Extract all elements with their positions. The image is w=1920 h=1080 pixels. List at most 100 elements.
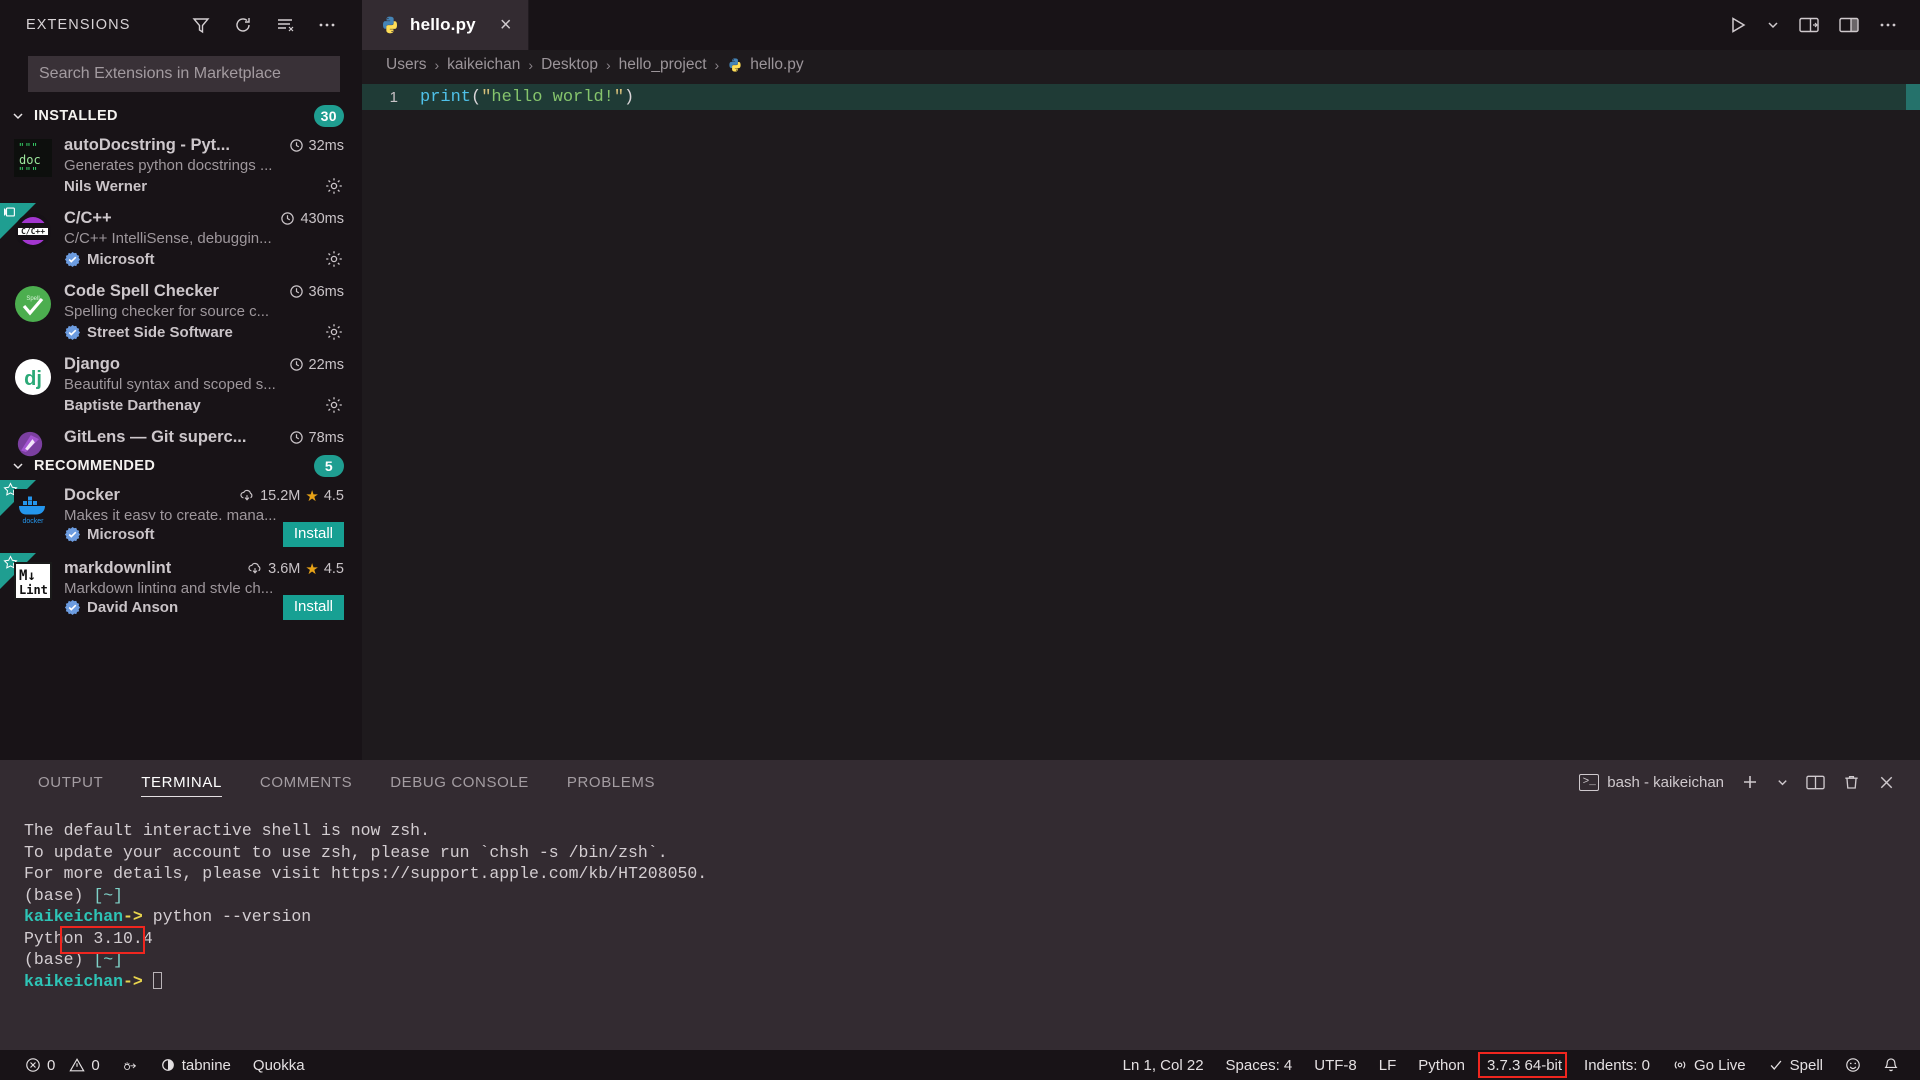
terminal-output-prefix: Python [24, 928, 94, 948]
breadcrumb-file-label: hello.py [750, 56, 804, 73]
status-error-count[interactable]: 0 0 [14, 1050, 111, 1080]
gear-icon[interactable] [324, 249, 344, 269]
breadcrumb-separator: › [605, 57, 611, 73]
quokka-label: Quokka [252, 1056, 305, 1074]
list-item[interactable]: M↓ Lint markdownlint 3.6M ★ 4.5 Markdown… [0, 553, 362, 626]
tab-debug-console[interactable]: DEBUG CONSOLE [374, 760, 545, 804]
tab-problems[interactable]: PROBLEMS [551, 760, 671, 804]
install-button[interactable]: Install [282, 595, 344, 620]
svg-text:C/C++: C/C++ [21, 227, 45, 236]
status-language-mode[interactable]: Python [1407, 1050, 1476, 1080]
terminal-output-version: 3.10.4 [93, 928, 153, 948]
search-input[interactable] [28, 56, 340, 92]
activation-time-value: 430ms [300, 210, 344, 227]
tab-terminal[interactable]: TERMINAL [125, 760, 238, 804]
status-spell-checker[interactable]: Spell [1757, 1050, 1834, 1080]
section-label: RECOMMENDED [34, 458, 156, 474]
status-python-interpreter[interactable]: 3.7.3 64-bit [1476, 1050, 1573, 1080]
clock-icon [289, 139, 303, 152]
status-feedback[interactable] [1834, 1050, 1872, 1080]
terminal-selector[interactable]: >_ bash - kaikeichan [1579, 773, 1724, 791]
status-notifications[interactable] [1872, 1050, 1910, 1080]
extension-description: C/C++ IntelliSense, debuggin... [64, 230, 272, 247]
status-go-live[interactable]: Go Live [1661, 1050, 1757, 1080]
cpp-icon: C/C++ [14, 212, 52, 250]
more-actions-icon[interactable] [316, 14, 338, 36]
error-count-value: 0 [47, 1056, 56, 1074]
status-cursor-position[interactable]: Ln 1, Col 22 [1112, 1050, 1215, 1080]
extensions-sidebar: INSTALLED 30 """ doc """ [0, 50, 362, 760]
list-item-body: markdownlint 3.6M ★ 4.5 Markdown linting… [64, 559, 344, 620]
tab-output[interactable]: OUTPUT [22, 760, 119, 804]
section-header-installed[interactable]: INSTALLED 30 [0, 102, 362, 130]
status-debug-bug[interactable] [111, 1050, 149, 1080]
list-item[interactable]: dj Django 22ms Beautiful syntax and scop… [0, 349, 362, 422]
editor-actions [1728, 0, 1920, 50]
spell-icon: Spell [14, 285, 52, 323]
status-eol[interactable]: LF [1368, 1050, 1408, 1080]
breadcrumb-item-hello-project[interactable]: hello_project [619, 56, 707, 74]
breadcrumb[interactable]: Users › kaikeichan › Desktop › hello_pro… [362, 50, 1920, 80]
editor-more-actions-icon[interactable] [1878, 15, 1898, 35]
editor-tab-bar: hello.py × [362, 0, 1920, 50]
markdownlint-icon: M↓ Lint [14, 562, 52, 600]
verified-badge-icon [64, 324, 81, 341]
list-item-publisher-row: Microsoft [64, 249, 344, 269]
terminal-dropdown-chevron-icon[interactable] [1776, 776, 1789, 789]
tab-comments[interactable]: COMMENTS [244, 760, 368, 804]
status-tabnine[interactable]: tabnine [149, 1050, 242, 1080]
status-indentation[interactable]: Spaces: 4 [1215, 1050, 1304, 1080]
list-item[interactable]: Spell Code Spell Checker 36ms Spelling c… [0, 276, 362, 349]
terminal-icon: >_ [1579, 773, 1600, 791]
activation-time: 32ms [289, 138, 344, 154]
code-token-open-paren: ( [471, 87, 482, 107]
list-item[interactable]: GitLens — Git superc... 78ms [0, 422, 362, 457]
breadcrumb-item-file[interactable]: hello.py [727, 56, 804, 74]
status-quokka[interactable]: Quokka [242, 1050, 316, 1080]
clock-icon [289, 431, 303, 444]
toggle-panel-icon[interactable] [1838, 15, 1860, 35]
verified-badge-icon [64, 599, 81, 616]
tabnine-label: tabnine [181, 1056, 231, 1074]
refresh-icon[interactable] [232, 14, 254, 36]
gear-icon[interactable] [324, 176, 344, 196]
section-header-recommended[interactable]: RECOMMENDED 5 [0, 452, 362, 480]
python-file-icon [380, 15, 400, 35]
split-terminal-icon[interactable] [1805, 773, 1826, 792]
publisher-name: Microsoft [87, 526, 155, 544]
download-cloud-icon [248, 562, 261, 574]
gear-icon[interactable] [324, 322, 344, 342]
status-indents[interactable]: Indents: 0 [1573, 1050, 1661, 1080]
filter-icon[interactable] [190, 14, 212, 36]
status-encoding[interactable]: UTF-8 [1303, 1050, 1368, 1080]
kill-terminal-icon[interactable] [1842, 773, 1861, 792]
breadcrumb-item-kaikeichan[interactable]: kaikeichan [447, 56, 520, 74]
gear-icon[interactable] [324, 395, 344, 415]
clear-search-icon[interactable] [274, 14, 296, 36]
run-dropdown-chevron-icon[interactable] [1766, 18, 1780, 32]
install-button[interactable]: Install [282, 522, 344, 547]
extension-stats: 3.6M ★ 4.5 [247, 560, 344, 578]
terminal-output[interactable]: The default interactive shell is now zsh… [0, 804, 1920, 1050]
list-item[interactable]: """ doc """ autoDocstring - Pyt... 32ms [0, 130, 362, 203]
breadcrumb-item-users[interactable]: Users [386, 56, 426, 74]
download-count: 15.2M [260, 487, 301, 504]
close-panel-icon[interactable] [1877, 773, 1896, 792]
close-icon[interactable]: × [500, 15, 512, 35]
list-item[interactable]: docker Docker 15.2M ★ 4.5 Makes it easy … [0, 480, 362, 553]
rating-value: 4.5 [323, 560, 344, 577]
code-area[interactable]: 1 print("hello world!") [362, 80, 1920, 760]
terminal-line: For more details, please visit https://s… [24, 864, 708, 883]
breadcrumb-item-desktop[interactable]: Desktop [541, 56, 598, 74]
split-editor-right-icon[interactable] [1798, 15, 1820, 35]
list-item[interactable]: C/C++ C/C++ 430ms C/C++ IntelliSense, de… [0, 203, 362, 276]
terminal-prompt-path: [~] [93, 885, 124, 905]
activation-time-value: 32ms [308, 137, 344, 154]
svg-text:Lint: Lint [19, 583, 48, 597]
extensions-list[interactable]: """ doc """ autoDocstring - Pyt... 32ms [0, 130, 362, 760]
new-terminal-icon[interactable] [1740, 772, 1760, 792]
run-python-file-icon[interactable] [1728, 15, 1748, 35]
python-interpreter-value: 3.7.3 64-bit [1486, 1056, 1563, 1074]
code-line-1[interactable]: 1 print("hello world!") [362, 84, 1920, 110]
tab-hello-py[interactable]: hello.py × [362, 0, 529, 50]
